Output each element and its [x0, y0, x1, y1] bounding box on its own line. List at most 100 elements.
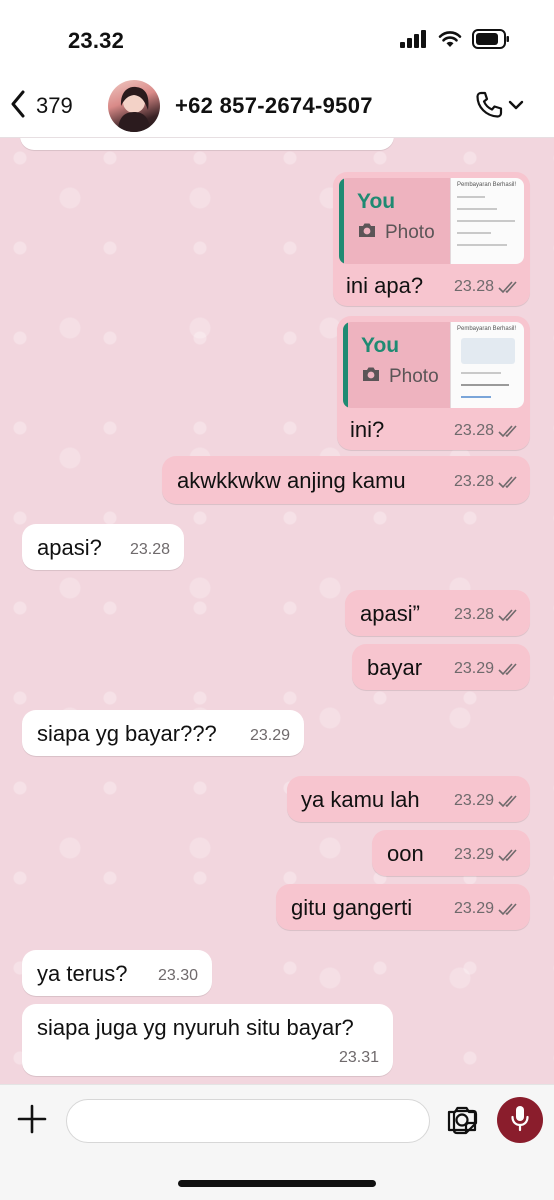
- message-bubble-outgoing[interactable]: akwkkwkw anjing kamu 23.28: [162, 456, 530, 504]
- quote-media-type: Photo: [357, 222, 435, 244]
- message-text: gitu gangerti: [291, 895, 413, 920]
- message-meta: 23.28: [130, 541, 170, 559]
- message-meta: 23.31: [339, 1049, 379, 1067]
- message-bubble-outgoing[interactable]: You Photo Pembayaran Berhasil! ini apa? …: [333, 172, 530, 306]
- message-bubble-outgoing[interactable]: apasi” 23.28: [345, 590, 530, 636]
- chat-area[interactable]: You Photo Pembayaran Berhasil! ini apa? …: [0, 138, 554, 1084]
- message-bubble-outgoing[interactable]: bayar 23.29: [352, 644, 530, 690]
- message-time: 23.29: [453, 792, 494, 809]
- thumbnail-line: [461, 396, 491, 398]
- message-time: 23.30: [157, 967, 198, 984]
- message-bubble-outgoing[interactable]: ya kamu lah 23.29: [287, 776, 530, 822]
- camera-button[interactable]: [446, 1105, 478, 1138]
- thumbnail-line: [461, 372, 501, 374]
- message-meta: 23.28: [454, 606, 520, 624]
- wifi-icon: [438, 30, 462, 53]
- status-icons: [400, 28, 510, 53]
- thumbnail-title: Pembayaran Berhasil!: [457, 182, 517, 188]
- quoted-message[interactable]: You Photo Pembayaran Berhasil!: [339, 178, 524, 264]
- read-receipt-icon: [498, 794, 520, 808]
- message-text: oon: [387, 841, 424, 866]
- plus-icon: [16, 1104, 48, 1139]
- thumbnail-image: [461, 338, 515, 364]
- call-button[interactable]: [474, 90, 524, 124]
- message-input-wrapper[interactable]: [66, 1099, 478, 1143]
- message-bubble-incoming[interactable]: apasi? 23.28: [22, 524, 184, 570]
- message-text: ini?: [350, 417, 385, 442]
- back-button[interactable]: 379: [10, 88, 73, 124]
- message-meta: 23.29: [454, 900, 520, 918]
- message-meta: 23.29: [454, 846, 520, 864]
- message-text: siapa juga yg nyuruh situ bayar?: [37, 1015, 354, 1040]
- message-time: 23.28: [129, 541, 170, 558]
- message-bubble-outgoing[interactable]: oon 23.29: [372, 830, 530, 876]
- message-meta: 23.28: [454, 278, 520, 296]
- avatar[interactable]: [108, 80, 160, 132]
- quote-accent-bar: [339, 178, 344, 264]
- thumbnail-title: Pembayaran Berhasil!: [457, 326, 517, 332]
- read-receipt-icon: [498, 475, 520, 489]
- attach-button[interactable]: [16, 1103, 48, 1140]
- quote-author: You: [357, 190, 396, 213]
- quote-media-type: Photo: [361, 366, 439, 388]
- photo-thumbnail[interactable]: Pembayaran Berhasil!: [450, 322, 524, 408]
- contact-name[interactable]: +62 857-2674-9507: [175, 93, 373, 119]
- read-receipt-icon: [498, 424, 520, 438]
- message-text: apasi”: [360, 601, 420, 626]
- message-time: 23.28: [453, 278, 494, 295]
- thumbnail-line: [457, 208, 497, 210]
- message-time: 23.31: [338, 1049, 379, 1066]
- quote-type-label: Photo: [385, 222, 435, 243]
- message-text: siapa yg bayar???: [37, 721, 217, 746]
- message-time: 23.29: [249, 727, 290, 744]
- chevron-down-icon: [508, 98, 524, 116]
- message-meta: 23.28: [454, 422, 520, 440]
- status-time: 23.32: [68, 28, 125, 53]
- chat-header: 379 +62 857-2674-9507: [0, 76, 554, 138]
- message-meta: 23.28: [454, 473, 520, 491]
- quoted-message[interactable]: You Photo Pembayaran Berhasil!: [343, 322, 524, 408]
- quote-type-label: Photo: [389, 366, 439, 387]
- message-time: 23.28: [453, 422, 494, 439]
- chevron-left-icon: [10, 90, 26, 123]
- status-bar: 23.32: [0, 0, 554, 84]
- home-indicator: [178, 1180, 376, 1187]
- message-meta: 23.29: [250, 727, 290, 745]
- mic-icon: [509, 1104, 531, 1137]
- thumbnail-line: [457, 220, 515, 222]
- thumbnail-line: [457, 232, 491, 234]
- voice-message-button[interactable]: [497, 1097, 543, 1143]
- thumbnail-line: [457, 196, 485, 198]
- message-input[interactable]: [81, 1108, 381, 1136]
- read-receipt-icon: [498, 280, 520, 294]
- message-text: ini apa?: [346, 273, 424, 298]
- read-receipt-icon: [498, 608, 520, 622]
- message-bubble-outgoing[interactable]: gitu gangerti 23.29: [276, 884, 530, 930]
- message-bubble-incoming[interactable]: ya terus? 23.30: [22, 950, 212, 996]
- unread-count: 379: [36, 93, 73, 118]
- message-bubble-incoming[interactable]: siapa juga yg nyuruh situ bayar? 23.31: [22, 1004, 393, 1076]
- thumbnail-line: [461, 384, 509, 386]
- message-text: akwkkwkw anjing kamu: [177, 468, 406, 493]
- message-time: 23.28: [453, 606, 494, 623]
- read-receipt-icon: [498, 902, 520, 916]
- camera-icon: [361, 366, 381, 388]
- message-meta: 23.30: [158, 967, 198, 985]
- message-meta: 23.29: [454, 660, 520, 678]
- camera-icon: [357, 222, 377, 244]
- message-bubble-outgoing[interactable]: You Photo Pembayaran Berhasil! ini? 23.2…: [337, 316, 530, 450]
- read-receipt-icon: [498, 848, 520, 862]
- quote-accent-bar: [343, 322, 348, 408]
- phone-icon: [474, 90, 504, 125]
- cellular-signal-icon: [400, 29, 428, 53]
- message-bubble-partial[interactable]: [20, 138, 394, 150]
- message-bubble-incoming[interactable]: siapa yg bayar??? 23.29: [22, 710, 304, 756]
- camera-icon: [446, 1106, 478, 1137]
- message-text: ya kamu lah: [301, 787, 420, 812]
- message-time: 23.29: [453, 900, 494, 917]
- read-receipt-icon: [498, 662, 520, 676]
- message-time: 23.29: [453, 660, 494, 677]
- thumbnail-line: [457, 244, 507, 246]
- message-time: 23.28: [453, 473, 494, 490]
- photo-thumbnail[interactable]: Pembayaran Berhasil!: [450, 178, 524, 264]
